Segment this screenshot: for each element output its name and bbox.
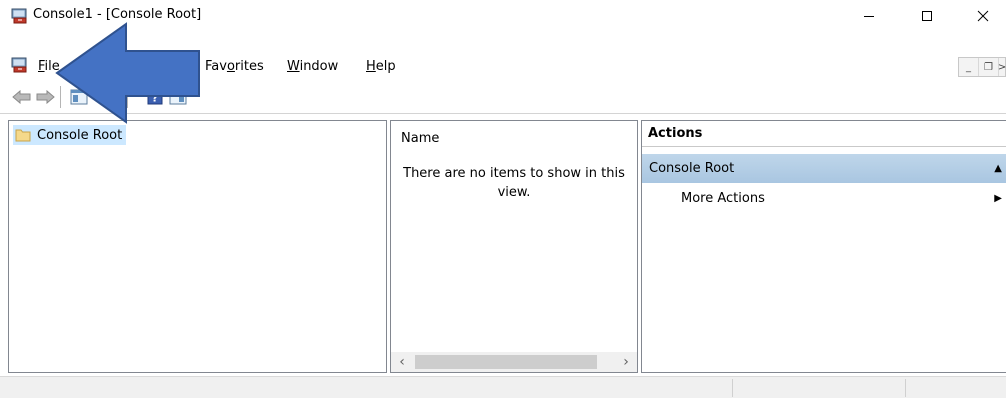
pointer-arrow-annotation — [55, 22, 200, 124]
